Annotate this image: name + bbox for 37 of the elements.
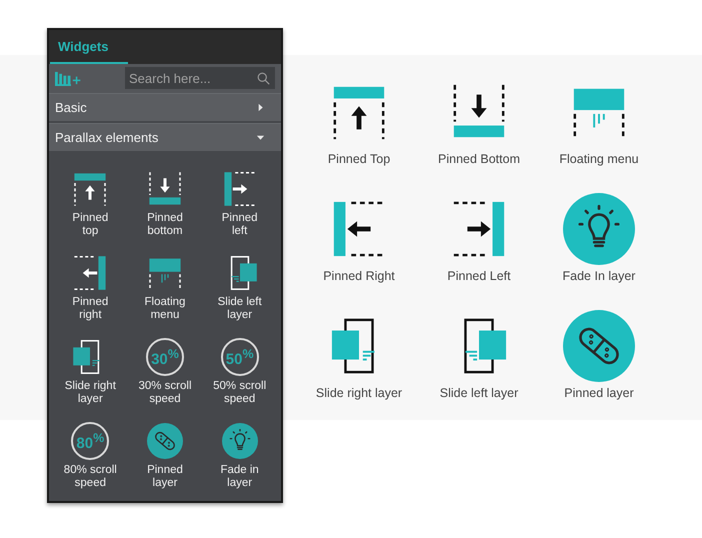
search-field[interactable]: Search here... (125, 67, 275, 90)
widget-label: 30% scroll speed (138, 380, 192, 406)
widget-label: Fade in layer (220, 464, 259, 490)
lightbulb-icon (563, 193, 635, 265)
section-title: Basic (55, 100, 87, 115)
widget-label: Floating menu (559, 152, 639, 166)
widget-label: Slide left layer (440, 386, 518, 400)
widget-label: Slide left layer (218, 296, 262, 322)
lightbulb-icon (222, 423, 258, 460)
widget-label: Pinned Bottom (438, 152, 520, 166)
bar-down-arrow-icon (146, 171, 183, 208)
bar-up-arrow-icon (72, 171, 108, 208)
widget-label: Pinned top (72, 212, 108, 238)
widget-label: 80% scroll speed (64, 464, 117, 490)
widget-label: Pinned Right (323, 269, 395, 283)
side-bar-arrow-icon (72, 255, 108, 292)
widget-label: Fade In layer (562, 269, 636, 283)
section-header[interactable]: Basic (49, 92, 281, 121)
bandage-icon (146, 423, 183, 460)
widget-label: Slide right layer (64, 380, 116, 406)
widget-label: Pinned Top (328, 152, 390, 166)
bandage-icon (563, 310, 635, 382)
widget-label: Pinned right (72, 296, 108, 322)
section-title: Parallax elements (55, 130, 158, 145)
widget-label: Pinned left (222, 212, 258, 238)
section-header[interactable]: Parallax elements (49, 122, 281, 152)
widget-label: Pinned layer (564, 386, 634, 400)
speed-badge-icon: 30$^{%}$ (146, 338, 184, 376)
speed-badge-icon: 80$^{%}$ (71, 422, 110, 460)
widget-label: Pinned layer (147, 464, 183, 490)
widget-label: Pinned Left (447, 269, 511, 283)
speed-badge-icon: 50$^{%}$ (220, 338, 259, 376)
widget-label: Floating menu (144, 296, 186, 322)
widget-label: Pinned bottom (147, 212, 183, 238)
search-icon (257, 72, 270, 85)
widget-label: Slide right layer (316, 386, 402, 400)
widget-label: 50% scroll speed (213, 380, 266, 406)
